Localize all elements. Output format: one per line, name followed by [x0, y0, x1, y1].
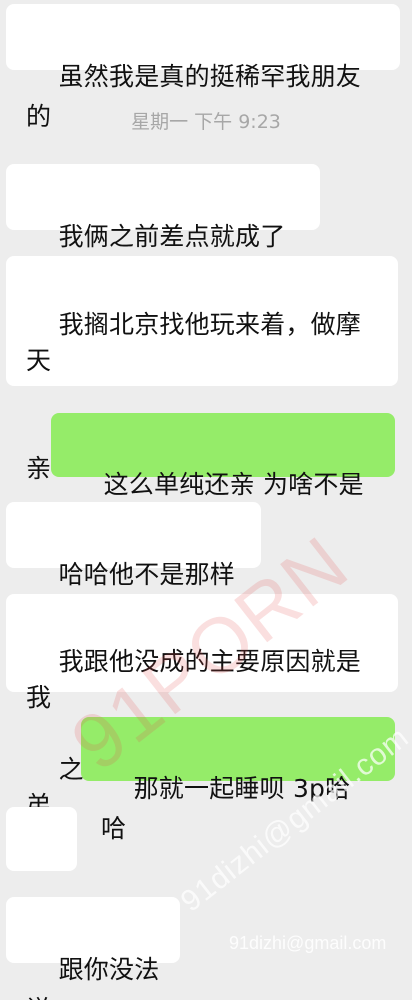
email-watermark: 91dizhi@gmail.com [229, 933, 387, 953]
message-timestamp: 星期一 下午 9:23 [131, 111, 281, 133]
message-text: 跟你没法说 [26, 955, 160, 1000]
message-bubble[interactable]: 这么单纯还亲 为啥不是口 [51, 413, 395, 539]
message-bubble[interactable]: 哈哈他不是那样人 [6, 502, 261, 629]
chat-screen: 虽然我是真的挺稀罕我朋友的 星期一 下午 9:23 我俩之前差点就成了 我搁北京… [0, 0, 412, 1000]
message-bubble[interactable]: 跟你没法说 [6, 897, 180, 1000]
message-text: 那就一起睡呗 3p哈哈 [101, 774, 351, 843]
message-bubble[interactable]: 虽然我是真的挺稀罕我朋友的 [6, 4, 400, 131]
message-text-line: 我跟他没成的主要原因就是我 [26, 647, 361, 712]
message-bubble[interactable]: 我搁北京找他玩来着，做摩天 轮的时候差那么一丢丢就亲亲 了 [6, 256, 398, 687]
message-text-line: 我搁北京找他玩来着，做摩天 [26, 310, 361, 375]
message-bubble[interactable]: 那就一起睡呗 3p哈哈 [81, 717, 395, 843]
message-bubble[interactable]: 我跟他没成的主要原因就是我 之前一个对象是他最好的兄弟 [6, 594, 398, 820]
message-bubble[interactable]: 哎 [6, 807, 77, 933]
message-bubble[interactable]: 我俩之前差点就成了 [6, 164, 320, 365]
message-text: 我俩之前差点就成了 [58, 222, 286, 251]
